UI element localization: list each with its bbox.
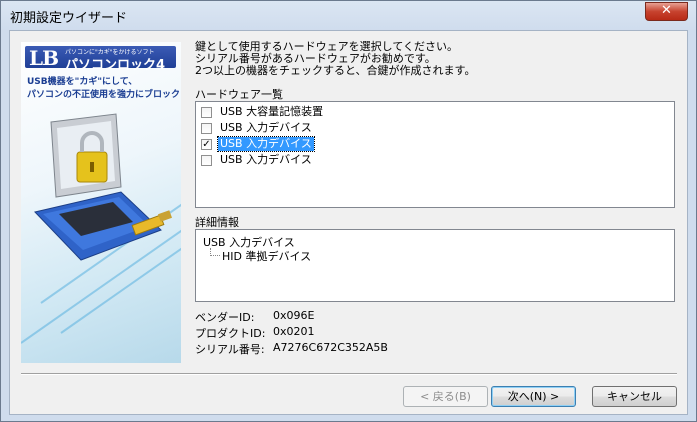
serial-number-label: シリアル番号: (195, 343, 265, 356)
hardware-listbox[interactable]: USB 大容量記憶装置 USB 入力デバイス ✓ USB 入力デバイス USB … (195, 101, 675, 208)
logo-product-name: パソコンロック4 (65, 58, 166, 73)
hardware-item-checkbox-checked[interactable]: ✓ (201, 138, 212, 150)
tagline-line-2: パソコンの不正使用を強力にブロック!! (27, 90, 181, 100)
window-title: 初期設定ウイザード (10, 11, 128, 26)
hardware-item-label: USB 大容量記憶装置 (220, 105, 324, 118)
hardware-item-checkbox[interactable] (201, 154, 212, 166)
vendor-id-value: 0x096E (273, 309, 315, 322)
tree-connector (210, 255, 220, 256)
product-id-value: 0x0201 (273, 325, 315, 338)
logo-mark: LB (29, 46, 59, 70)
tree-node-child[interactable]: HID 準拠デバイス (222, 248, 311, 264)
instructions: 鍵として使用するハードウェアを選択してください。 シリアル番号があるハードウェア… (195, 41, 675, 77)
hardware-item[interactable]: USB 入力デバイス (201, 152, 314, 168)
hardware-list-label: ハードウェア一覧 (195, 88, 283, 101)
vendor-id-label: ベンダーID: (195, 311, 255, 324)
product-logo: LB パソコンに"カギ"をかけるソフト パソコンロック4 (25, 46, 176, 73)
dialog-client-area: LB パソコンに"カギ"をかけるソフト パソコンロック4 USB機器を"カギ"に… (9, 30, 688, 415)
product-id-label: プロダクトID: (195, 327, 266, 340)
next-button[interactable]: 次へ(N) > (491, 386, 576, 407)
back-button[interactable]: < 戻る(B) (403, 386, 488, 407)
tagline-line-1: USB機器を"カギ"にして、 (27, 77, 138, 87)
product-banner-image: LB パソコンに"カギ"をかけるソフト パソコンロック4 USB機器を"カギ"に… (21, 42, 181, 363)
hardware-item-label: USB 入力デバイス (217, 136, 315, 152)
hardware-item[interactable]: ✓ USB 入力デバイス (201, 136, 315, 152)
hardware-item[interactable]: USB 入力デバイス (201, 120, 314, 136)
footer-divider (21, 373, 677, 375)
hardware-item-checkbox[interactable] (201, 106, 212, 118)
laptop-lock-illustration (34, 113, 173, 261)
close-button[interactable]: ✕ (645, 2, 688, 21)
hardware-item-label: USB 入力デバイス (220, 153, 312, 166)
instruction-line-3: 2つ以上の機器をチェックすると、合鍵が作成されます。 (195, 64, 476, 77)
details-label: 詳細情報 (195, 216, 239, 229)
details-tree[interactable]: USB 入力デバイス HID 準拠デバイス (195, 229, 675, 302)
serial-number-value: A7276C672C352A5B (273, 341, 388, 354)
hardware-item-label: USB 入力デバイス (220, 121, 312, 134)
hardware-item[interactable]: USB 大容量記憶装置 (201, 104, 325, 120)
banner-tagline: USB機器を"カギ"にして、 パソコンの不正使用を強力にブロック!! (27, 76, 181, 102)
hardware-item-checkbox[interactable] (201, 122, 212, 134)
title-bar[interactable]: 初期設定ウイザード ✕ (1, 1, 696, 30)
wizard-window: 初期設定ウイザード ✕ LB パソコンに"カギ"をかけるソフト パソコンロック4… (0, 0, 697, 422)
cancel-button[interactable]: キャンセル (592, 386, 677, 407)
